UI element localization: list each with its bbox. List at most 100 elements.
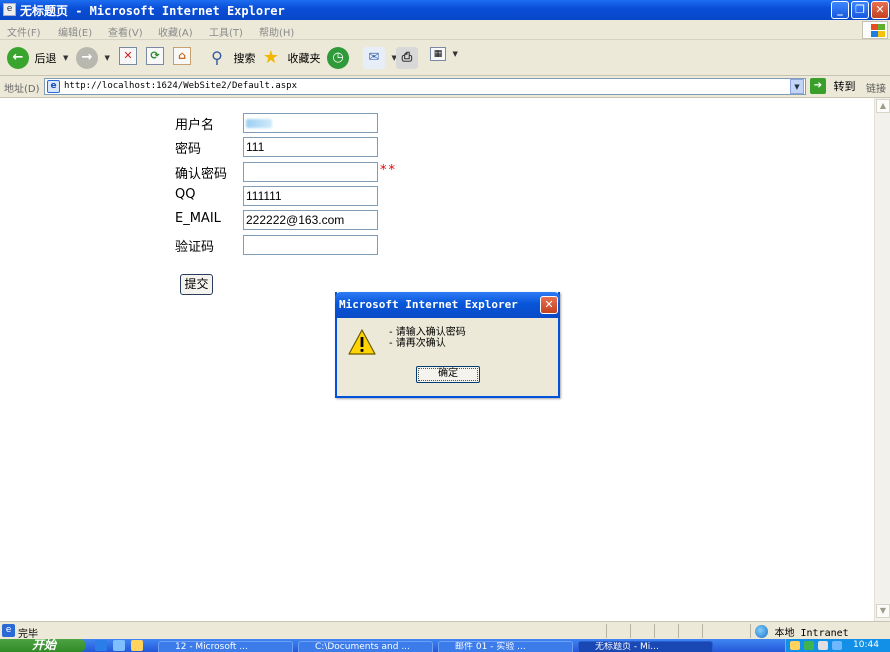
print-icon: ⎙: [396, 47, 418, 69]
address-url: http://localhost:1624/WebSite2/Default.a…: [64, 81, 297, 91]
windows-logo-icon: [862, 21, 888, 39]
email-input[interactable]: 222222@163.com: [243, 210, 378, 230]
task-button[interactable]: 12 - Microsoft ...: [158, 641, 293, 652]
start-button[interactable]: 开始: [0, 639, 86, 652]
status-divider: [654, 624, 655, 638]
menu-edit[interactable]: 编辑(E): [58, 24, 92, 39]
favorites-star-icon: ★: [262, 47, 280, 68]
menu-tools[interactable]: 工具(T): [209, 24, 243, 39]
confirm-password-input[interactable]: [243, 162, 378, 182]
status-text: 完毕: [18, 629, 38, 640]
confirm-password-label: 确认密码: [175, 167, 228, 182]
globe-icon: [755, 625, 768, 638]
tray-icon[interactable]: [818, 641, 828, 650]
captcha-input[interactable]: [243, 235, 378, 255]
go-label: 转到: [833, 80, 856, 93]
status-bar: e 完毕 本地 Intranet: [0, 621, 890, 640]
status-divider: [678, 624, 679, 638]
username-value-blurred: [246, 119, 272, 129]
security-zone: 本地 Intranet: [755, 624, 849, 639]
edit-button[interactable]: ▦ ▼: [430, 47, 458, 69]
ie-page-icon: e: [3, 3, 16, 16]
page-icon: e: [47, 80, 60, 93]
task-button[interactable]: 邮件 01 - 实验 ...: [438, 641, 573, 652]
menu-favorites[interactable]: 收藏(A): [158, 24, 193, 39]
dialog-message: - 请输入确认密码 - 请再次确认: [389, 327, 466, 349]
taskbar: 开始 12 - Microsoft ... C:\Documents and .…: [0, 639, 890, 652]
submit-button[interactable]: 提交: [180, 274, 213, 295]
password-label: 密码: [175, 142, 202, 157]
alert-dialog: Microsoft Internet Explorer ✕ - 请输入确认密码 …: [335, 292, 560, 398]
address-bar: 地址(D) e http://localhost:1624/WebSite2/D…: [0, 76, 890, 98]
refresh-button[interactable]: ⟳: [146, 47, 164, 69]
go-button[interactable]: ➔ 转到: [810, 78, 856, 96]
dialog-close-button[interactable]: ✕: [540, 296, 558, 314]
back-button[interactable]: ← 后退 ▼: [7, 47, 68, 69]
refresh-icon: ⟳: [146, 47, 164, 65]
zone-label: 本地 Intranet: [774, 628, 849, 639]
dialog-title-bar: Microsoft Internet Explorer ✕: [335, 292, 560, 318]
task-button[interactable]: C:\Documents and ...: [298, 641, 433, 652]
password-input[interactable]: 111: [243, 137, 378, 157]
close-button[interactable]: ✕: [871, 1, 889, 19]
address-dropdown-icon[interactable]: ▼: [790, 79, 804, 94]
ok-button[interactable]: 确定: [416, 366, 480, 383]
tray-icon[interactable]: [832, 641, 842, 650]
search-button[interactable]: ⚲ 搜索: [206, 47, 256, 69]
tray-icon[interactable]: [804, 641, 814, 650]
links-button[interactable]: 链接: [866, 80, 886, 95]
history-button[interactable]: ◷: [327, 47, 349, 69]
search-icon: ⚲: [211, 48, 223, 67]
go-arrow-icon: ➔: [810, 78, 826, 94]
email-label: E_MAIL: [175, 211, 221, 226]
dialog-title: Microsoft Internet Explorer: [339, 298, 518, 311]
vertical-scrollbar[interactable]: ▲ ▼: [874, 98, 890, 621]
warning-icon: [348, 329, 376, 355]
scroll-down-button[interactable]: ▼: [876, 604, 890, 618]
edit-dropdown-icon: ▼: [452, 50, 458, 58]
search-label: 搜索: [233, 52, 256, 65]
address-label: 地址(D): [4, 84, 40, 95]
menu-bar: 文件(F) 编辑(E) 查看(V) 收藏(A) 工具(T) 帮助(H): [0, 20, 890, 40]
stop-icon: ✕: [119, 47, 137, 65]
menu-help[interactable]: 帮助(H): [259, 24, 294, 39]
forward-button[interactable]: → ▼: [76, 47, 110, 69]
required-error-marker: **: [380, 163, 397, 178]
username-label: 用户名: [175, 118, 215, 133]
menu-file[interactable]: 文件(F): [7, 24, 41, 39]
quicklaunch-desktop-icon[interactable]: [113, 640, 125, 651]
dialog-message-line: - 请输入确认密码: [389, 327, 466, 338]
status-divider: [702, 624, 703, 638]
qq-label: QQ: [175, 187, 196, 202]
tray-icon[interactable]: [790, 641, 800, 650]
home-button[interactable]: ⌂: [173, 47, 191, 69]
username-input[interactable]: [243, 113, 378, 133]
quicklaunch-media-icon[interactable]: [131, 640, 143, 651]
favorites-label: 收藏夹: [287, 52, 321, 65]
clock: 10:44: [853, 640, 879, 650]
address-input[interactable]: e http://localhost:1624/WebSite2/Default…: [44, 78, 806, 95]
title-bar: e 无标题页 - Microsoft Internet Explorer _ ❐…: [0, 0, 890, 20]
history-icon: ◷: [327, 47, 349, 69]
home-icon: ⌂: [173, 47, 191, 65]
favorites-button[interactable]: ★ 收藏夹: [260, 47, 321, 69]
menu-view[interactable]: 查看(V): [108, 24, 143, 39]
captcha-label: 验证码: [175, 240, 215, 255]
scroll-up-button[interactable]: ▲: [876, 99, 890, 113]
back-label: 后退: [34, 52, 57, 65]
window-title: 无标题页 - Microsoft Internet Explorer: [20, 4, 285, 18]
back-icon: ←: [7, 47, 29, 69]
mail-button[interactable]: ✉ ▼: [363, 47, 397, 69]
qq-input[interactable]: 111111: [243, 186, 378, 206]
forward-icon: →: [76, 47, 98, 69]
stop-button[interactable]: ✕: [119, 47, 137, 69]
quicklaunch-ie-icon[interactable]: [95, 640, 107, 651]
dialog-message-line: - 请再次确认: [389, 338, 446, 349]
task-button-active[interactable]: 无标题页 - Mi...: [578, 641, 713, 652]
restore-button[interactable]: ❐: [851, 1, 869, 19]
print-button[interactable]: ⎙: [396, 47, 418, 69]
status-divider: [606, 624, 607, 638]
back-dropdown-icon: ▼: [63, 54, 69, 62]
minimize-button[interactable]: _: [831, 1, 849, 19]
toolbar: ← 后退 ▼ → ▼ ✕ ⟳ ⌂ ⚲ 搜索 ★ 收藏夹 ◷ ✉ ▼ ⎙ ▦ ▼: [0, 40, 890, 76]
